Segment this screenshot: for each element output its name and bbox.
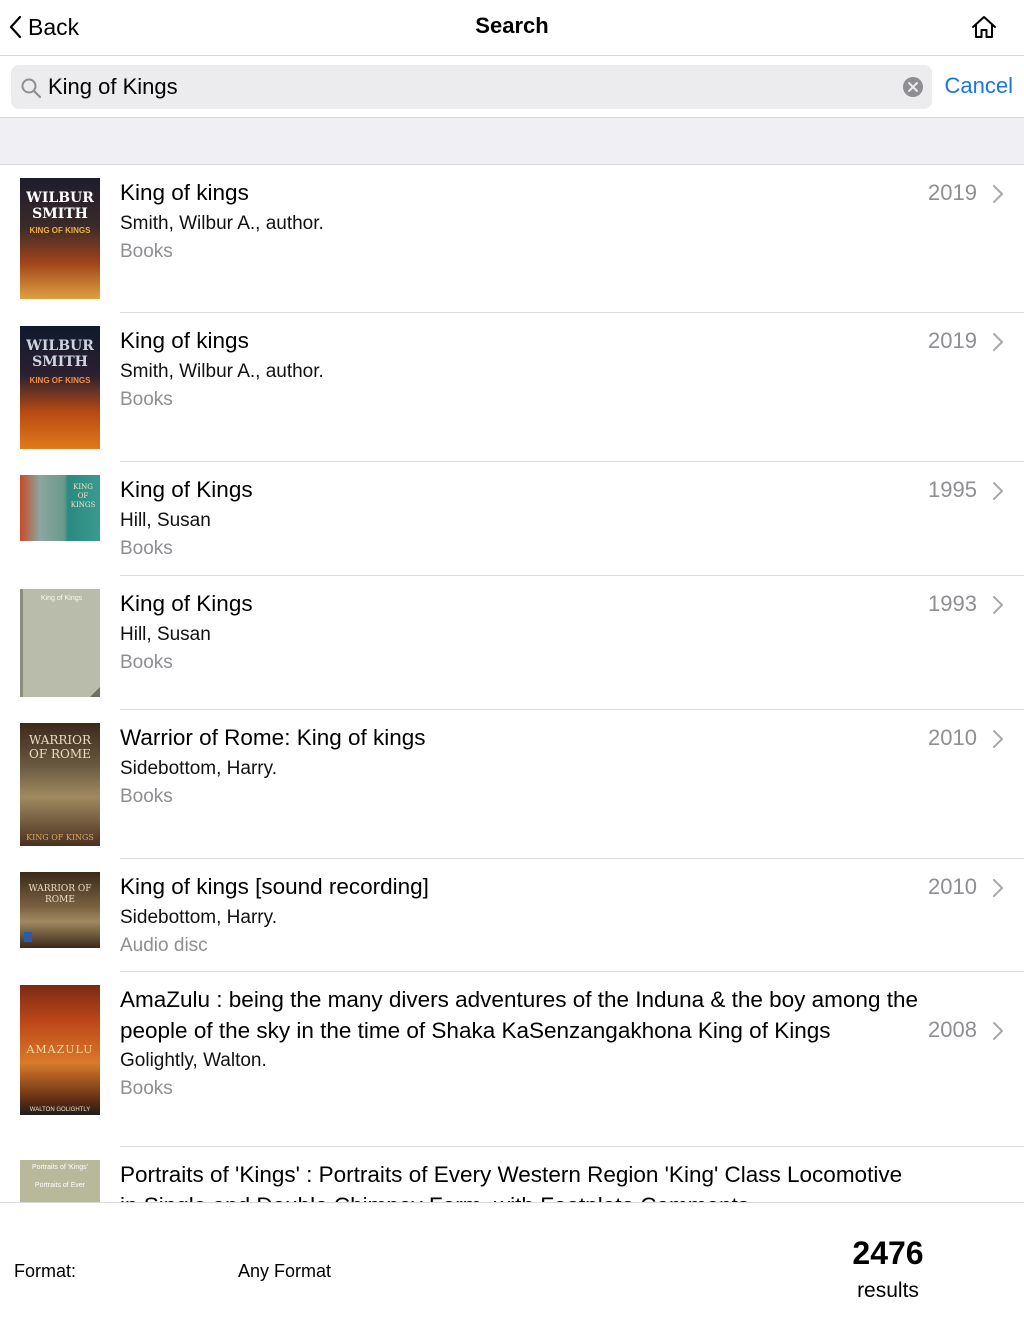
result-author: Sidebottom, Harry. (120, 757, 277, 779)
list-item[interactable]: Portraits of 'Kings' Portraits of Ever P… (0, 1147, 1024, 1202)
results-footer: Format: Any Format 2476 results (0, 1202, 1024, 1336)
result-title: King of Kings (120, 591, 253, 616)
audio-badge (24, 932, 32, 942)
chevron-right-icon (993, 482, 1003, 500)
list-item[interactable]: AMAZULU WALTON GOLIGHTLY AmaZulu : being… (0, 972, 1024, 1147)
section-spacer (0, 118, 1024, 165)
result-author: Smith, Wilbur A., author. (120, 360, 324, 382)
result-type: Audio disc (120, 934, 208, 956)
chevron-right-icon (993, 730, 1003, 748)
cover-subtitle: KING OF KINGS (29, 376, 91, 385)
result-author: Golightly, Walton. (120, 1050, 267, 1071)
book-cover: WARRIOR OF ROME (20, 872, 100, 948)
cover-subtitle: WALTON GOLIGHTLY (29, 1107, 91, 1113)
result-title: Portraits of 'Kings' : Portraits of Ever… (120, 1162, 903, 1202)
close-icon (908, 82, 918, 92)
navigation-bar: Back Search (0, 0, 1024, 56)
book-cover: WILBUR SMITH KING OF KINGS (20, 326, 100, 449)
chevron-right-icon (993, 185, 1003, 203)
result-year: 2019 (928, 180, 977, 205)
book-cover: Portraits of 'Kings' Portraits of Ever (20, 1160, 100, 1202)
list-item[interactable]: KING OF KINGS King of Kings Hill, Susan … (0, 462, 1024, 576)
result-year: 2010 (928, 874, 977, 899)
home-icon (972, 16, 996, 38)
results-count: 2476 (852, 1235, 924, 1271)
cover-subtitle: KING OF KINGS (29, 226, 91, 235)
result-title: King of Kings (120, 477, 253, 502)
result-type: Books (120, 388, 173, 410)
list-item[interactable]: King of Kings King of Kings Hill, Susan … (0, 576, 1024, 710)
result-type: Books (120, 537, 173, 559)
result-year: 1993 (928, 591, 977, 616)
chevron-right-icon (993, 1022, 1003, 1040)
results-count-label: results (857, 1279, 919, 1302)
clear-search-button[interactable] (903, 77, 923, 97)
result-year: 1995 (928, 477, 977, 502)
cover-title: WARRIOR OF ROME (28, 733, 92, 761)
format-selector[interactable]: Any Format (238, 1261, 331, 1282)
book-cover: WARRIOR OF ROME KING OF KINGS (20, 723, 100, 846)
list-item[interactable]: WILBUR SMITH KING OF KINGS King of kings… (0, 313, 1024, 462)
result-author: Hill, Susan (120, 623, 211, 645)
result-title: King of kings [sound recording] (120, 874, 429, 899)
home-button[interactable] (970, 13, 998, 41)
result-title: AmaZulu : being the many divers adventur… (120, 987, 918, 1043)
result-type: Books (120, 240, 173, 262)
chevron-right-icon (993, 333, 1003, 351)
cover-title: King of Kings (40, 595, 83, 602)
result-year: 2010 (928, 725, 977, 750)
cover-title: WILBUR SMITH (26, 190, 94, 222)
result-type: Books (120, 785, 173, 807)
result-title: Warrior of Rome: King of kings (120, 725, 426, 750)
result-author: Sidebottom, Harry. (120, 906, 277, 928)
cover-subtitle: Portraits of Ever (34, 1182, 86, 1189)
cover-title: Portraits of 'Kings' (32, 1164, 88, 1171)
result-author: Smith, Wilbur A., author. (120, 212, 324, 234)
cancel-button[interactable]: Cancel (945, 73, 1013, 99)
result-author: Hill, Susan (120, 509, 211, 531)
result-year: 2008 (928, 1017, 977, 1042)
book-cover: King of Kings (20, 589, 100, 697)
book-cover: KING OF KINGS (20, 475, 100, 541)
result-title: King of kings (120, 180, 249, 205)
cover-title: AMAZULU (26, 1043, 94, 1056)
chevron-right-icon (993, 596, 1003, 614)
cover-title: WILBUR SMITH (26, 338, 94, 370)
list-item[interactable]: WILBUR SMITH KING OF KINGS King of kings… (0, 165, 1024, 313)
result-type: Books (120, 1078, 173, 1099)
book-cover: WILBUR SMITH KING OF KINGS (20, 178, 100, 299)
page-title: Search (475, 13, 549, 38)
cover-corner (90, 687, 100, 697)
format-label: Format: (14, 1261, 77, 1281)
list-item[interactable]: WARRIOR OF ROME KING OF KINGS Warrior of… (0, 710, 1024, 859)
search-icon (21, 78, 42, 99)
search-input[interactable] (48, 65, 898, 109)
results-list: WILBUR SMITH KING OF KINGS King of kings… (0, 165, 1024, 1202)
result-type: Books (120, 651, 173, 673)
cover-title: WARRIOR OF ROME (28, 884, 92, 905)
book-cover: AMAZULU WALTON GOLIGHTLY (20, 985, 100, 1115)
result-year: 2019 (928, 328, 977, 353)
cover-subtitle: KING OF KINGS (26, 833, 94, 842)
chevron-right-icon (993, 879, 1003, 897)
search-field[interactable] (11, 65, 932, 109)
result-title: King of kings (120, 328, 249, 353)
search-bar: Cancel (0, 56, 1024, 118)
list-item[interactable]: WARRIOR OF ROME King of kings [sound rec… (0, 859, 1024, 972)
cover-title: KING OF KINGS (70, 483, 96, 509)
